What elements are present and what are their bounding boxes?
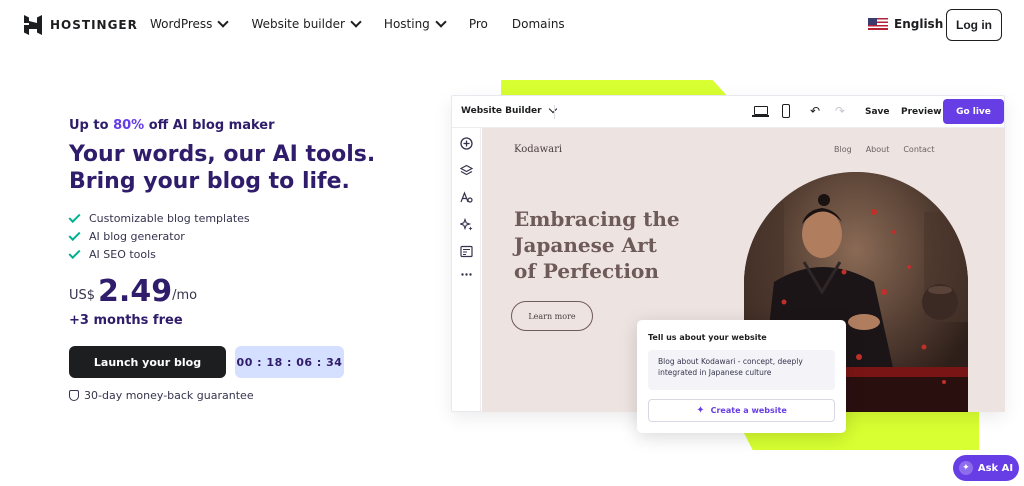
- toolbar-divider: [554, 105, 555, 119]
- chevron-down-icon: [548, 104, 557, 114]
- site-nav-about[interactable]: About: [866, 145, 890, 154]
- builder-title-dropdown[interactable]: Website Builder: [461, 104, 557, 116]
- site-navigation: Blog About Contact: [834, 145, 934, 154]
- sparkle-icon: ✦: [696, 405, 705, 416]
- feature-label: Customizable blog templates: [89, 211, 250, 225]
- nav-item-label: Pro: [468, 17, 488, 31]
- price: US$ 2.49 /mo: [69, 277, 439, 307]
- create-website-label: Create a website: [710, 406, 787, 415]
- bonus-offer: +3 months free: [69, 313, 183, 328]
- brand-logo[interactable]: HOSTINGER: [24, 15, 138, 35]
- guarantee-label: 30-day money-back guarantee: [84, 389, 254, 402]
- site-nav-contact[interactable]: Contact: [903, 145, 934, 154]
- brand-name: HOSTINGER: [50, 18, 138, 32]
- price-amount: 2.49: [98, 274, 173, 309]
- site-headline-line-2: Japanese Art: [514, 233, 657, 257]
- preview-button[interactable]: Preview: [901, 107, 942, 117]
- language-selector[interactable]: English: [868, 17, 943, 31]
- checkmark-icon: [68, 228, 81, 241]
- feature-label: AI blog generator: [89, 229, 185, 243]
- nav-item-website-builder[interactable]: Website builder: [251, 16, 362, 31]
- price-currency: US$: [69, 288, 96, 303]
- chevron-down-icon: [217, 16, 230, 28]
- more-options-icon[interactable]: [460, 268, 473, 281]
- ask-ai-label: Ask AI: [977, 462, 1014, 474]
- hero-headline: Your words, our AI tools. Bring your blo…: [69, 141, 439, 195]
- us-flag-icon: [868, 18, 888, 30]
- go-live-button[interactable]: Go live: [943, 99, 1004, 124]
- nav-item-label: Domains: [511, 17, 565, 31]
- login-button[interactable]: Log in: [946, 9, 1002, 41]
- builder-sidebar: [452, 128, 481, 412]
- money-back-guarantee: 30-day money-back guarantee: [69, 389, 439, 402]
- nav-item-hosting[interactable]: Hosting: [383, 16, 447, 31]
- promo-text: Up to 80% off AI blog maker: [69, 118, 439, 133]
- promo-suffix: off AI blog maker: [144, 118, 275, 133]
- save-button[interactable]: Save: [865, 107, 890, 117]
- website-description-textarea[interactable]: Blog about Kodawari - concept, deeply in…: [648, 350, 835, 390]
- nav-item-pro[interactable]: Pro: [469, 17, 488, 31]
- promo-discount: 80%: [113, 118, 145, 133]
- cta-row: Launch your blog 00 : 18 : 06 : 34: [69, 346, 439, 378]
- nav-item-domains[interactable]: Domains: [512, 17, 565, 31]
- launch-blog-button[interactable]: Launch your blog: [69, 346, 226, 378]
- ask-ai-button[interactable]: ✦ Ask AI: [953, 455, 1019, 481]
- learn-more-button[interactable]: Learn more: [511, 301, 593, 331]
- hero-content: Up to 80% off AI blog maker Your words, …: [68, 118, 439, 402]
- ai-tools-icon[interactable]: [460, 218, 473, 231]
- prompt-card-title: Tell us about your website: [648, 333, 767, 342]
- site-headline: Embracing the Japanese Art of Perfection: [514, 206, 724, 284]
- price-period: /mo: [172, 288, 198, 303]
- promo-prefix: Up to: [69, 118, 114, 133]
- nav-item-label: Website builder: [251, 17, 345, 31]
- builder-toolbar: Website Builder ↶ ↷ Save Preview Go live: [452, 96, 1006, 128]
- headline-line-1: Your words, our AI tools.: [69, 142, 376, 167]
- feature-list: Customizable blog templates AI blog gene…: [68, 209, 439, 263]
- ai-sparkle-icon: ✦: [958, 461, 973, 475]
- countdown-timer: 00 : 18 : 06 : 34: [235, 346, 344, 378]
- chevron-down-icon: [350, 16, 362, 28]
- shield-icon: [69, 390, 79, 401]
- create-website-button[interactable]: ✦ Create a website: [648, 399, 835, 422]
- layers-icon[interactable]: [460, 164, 473, 177]
- feature-item: AI SEO tools: [68, 245, 439, 263]
- nav-menu: WordPress Website builder Hosting Pro Do…: [150, 16, 589, 31]
- site-logo: Kodawari: [514, 144, 563, 155]
- chevron-down-icon: [435, 16, 447, 28]
- top-navigation: HOSTINGER WordPress Website builder Host…: [0, 0, 1024, 50]
- headline-line-2: Bring your blog to life.: [69, 169, 350, 194]
- desktop-view-icon[interactable]: [752, 106, 769, 117]
- site-nav-blog[interactable]: Blog: [834, 145, 852, 154]
- language-label: English: [894, 17, 944, 31]
- nav-item-wordpress[interactable]: WordPress: [150, 16, 230, 31]
- mobile-view-icon[interactable]: [782, 104, 790, 118]
- redo-icon[interactable]: ↷: [835, 104, 845, 118]
- nav-item-label: Hosting: [383, 17, 430, 31]
- hostinger-logo-icon: [24, 15, 42, 35]
- ai-prompt-card: Tell us about your website Blog about Ko…: [637, 320, 846, 433]
- styles-icon[interactable]: [460, 191, 473, 204]
- feature-item: Customizable blog templates: [68, 209, 439, 227]
- checkmark-icon: [68, 210, 81, 223]
- feature-label: AI SEO tools: [89, 247, 156, 261]
- nav-item-label: WordPress: [150, 17, 213, 31]
- checkmark-icon: [68, 246, 81, 259]
- blog-editor-icon[interactable]: [460, 245, 473, 258]
- builder-title: Website Builder: [461, 106, 542, 116]
- add-element-icon[interactable]: [460, 137, 473, 150]
- site-headline-line-1: Embracing the: [514, 207, 680, 231]
- site-headline-line-3: of Perfection: [514, 259, 659, 283]
- feature-item: AI blog generator: [68, 227, 439, 245]
- undo-icon[interactable]: ↶: [810, 104, 820, 118]
